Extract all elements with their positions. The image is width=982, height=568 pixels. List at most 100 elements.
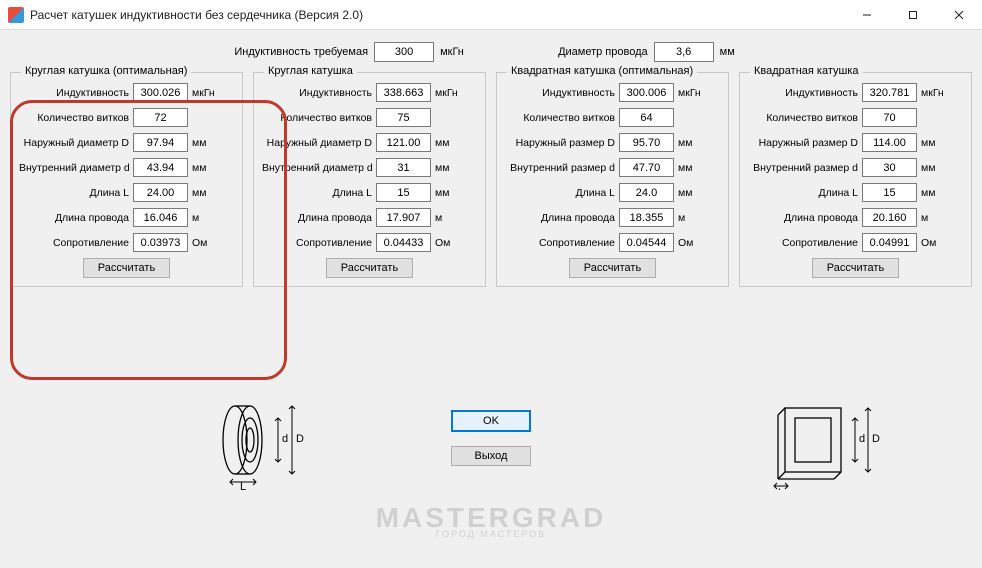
calculate-button[interactable]: Рассчитать — [326, 258, 413, 278]
field-row: Наружный диаметр Dмм — [262, 133, 477, 152]
field-label: Наружный размер D — [505, 137, 615, 149]
field-unit: мкГн — [678, 87, 704, 99]
field-input[interactable] — [133, 233, 188, 252]
field-unit: м — [435, 212, 461, 224]
field-input[interactable] — [133, 183, 188, 202]
field-row: Длина проводам — [505, 208, 720, 227]
diagram-label-D: D — [872, 433, 880, 445]
required-inductance-input[interactable] — [374, 42, 434, 62]
field-unit: м — [921, 212, 947, 224]
coil-panel-3: Квадратная катушкаИндуктивностьмкГнКолич… — [739, 72, 972, 287]
field-row: ИндуктивностьмкГн — [748, 83, 963, 102]
field-input[interactable] — [376, 83, 431, 102]
field-row: Длина проводам — [262, 208, 477, 227]
panel-title: Квадратная катушка (оптимальная) — [507, 65, 697, 77]
field-row: Внутренний размер d мм — [748, 158, 963, 177]
field-label: Внутренний диаметр d — [19, 162, 129, 174]
field-unit: Ом — [921, 237, 947, 249]
field-input[interactable] — [862, 208, 917, 227]
field-input[interactable] — [862, 233, 917, 252]
field-unit: мм — [192, 162, 218, 174]
ok-button[interactable]: OK — [451, 410, 531, 432]
diagram-label-D: D — [296, 433, 304, 445]
field-row: Количество витков — [19, 108, 234, 127]
minimize-button[interactable] — [844, 0, 890, 30]
field-label: Внутренний диаметр d — [262, 162, 372, 174]
field-input[interactable] — [619, 133, 674, 152]
exit-button[interactable]: Выход — [451, 446, 531, 466]
field-input[interactable] — [862, 158, 917, 177]
field-input[interactable] — [376, 183, 431, 202]
calculate-button[interactable]: Рассчитать — [569, 258, 656, 278]
field-input[interactable] — [376, 208, 431, 227]
field-unit: м — [192, 212, 218, 224]
field-label: Длина провода — [505, 212, 615, 224]
field-input[interactable] — [619, 158, 674, 177]
field-input[interactable] — [376, 158, 431, 177]
field-label: Количество витков — [19, 112, 129, 124]
top-inputs-row: Индуктивность требуемая мкГн Диаметр про… — [10, 38, 972, 62]
field-row: Длина Lмм — [505, 183, 720, 202]
field-label: Индуктивность — [19, 87, 129, 99]
field-label: Длина провода — [19, 212, 129, 224]
field-input[interactable] — [133, 83, 188, 102]
app-icon — [8, 7, 24, 23]
field-input[interactable] — [862, 183, 917, 202]
field-unit: мм — [678, 187, 704, 199]
field-unit: мм — [921, 187, 947, 199]
maximize-button[interactable] — [890, 0, 936, 30]
field-unit: Ом — [678, 237, 704, 249]
field-row: Наружный размер Dмм — [505, 133, 720, 152]
field-row: Сопротивление Ом — [505, 233, 720, 252]
coil-panel-0: Круглая катушка (оптимальная)Индуктивнос… — [10, 72, 243, 287]
field-input[interactable] — [619, 83, 674, 102]
field-label: Индуктивность — [262, 87, 372, 99]
field-input[interactable] — [619, 233, 674, 252]
field-row: Количество витков — [262, 108, 477, 127]
field-label: Внутренний размер d — [505, 162, 615, 174]
field-input[interactable] — [376, 233, 431, 252]
field-input[interactable] — [133, 133, 188, 152]
field-label: Сопротивление — [505, 237, 615, 249]
field-unit: мм — [435, 137, 461, 149]
field-label: Сопротивление — [262, 237, 372, 249]
field-unit: мкГн — [435, 87, 461, 99]
field-row: Длина Lмм — [748, 183, 963, 202]
field-unit: мкГн — [921, 87, 947, 99]
field-input[interactable] — [376, 108, 431, 127]
field-label: Количество витков — [505, 112, 615, 124]
field-row: Внутренний диаметр d мм — [19, 158, 234, 177]
field-input[interactable] — [619, 208, 674, 227]
field-row: Наружный размер Dмм — [748, 133, 963, 152]
field-input[interactable] — [862, 108, 917, 127]
field-unit: мм — [192, 187, 218, 199]
field-input[interactable] — [133, 108, 188, 127]
field-row: Внутренний диаметр dмм — [262, 158, 477, 177]
diagram-label-L: L — [240, 481, 246, 490]
field-label: Длина провода — [748, 212, 858, 224]
field-input[interactable] — [862, 133, 917, 152]
field-input[interactable] — [619, 183, 674, 202]
field-row: Сопротивление Ом — [748, 233, 963, 252]
panel-title: Круглая катушка — [264, 65, 357, 77]
field-input[interactable] — [619, 108, 674, 127]
field-input[interactable] — [133, 208, 188, 227]
calculate-button[interactable]: Рассчитать — [812, 258, 899, 278]
wire-diameter-input[interactable] — [654, 42, 714, 62]
field-unit: мм — [678, 162, 704, 174]
window-title: Расчет катушек индуктивности без сердечн… — [30, 8, 844, 22]
field-row: Наружный диаметр D мм — [19, 133, 234, 152]
field-unit: мм — [921, 162, 947, 174]
field-label: Наружный диаметр D — [19, 137, 129, 149]
square-coil-diagram: d D L — [760, 390, 890, 490]
field-input[interactable] — [133, 158, 188, 177]
field-input[interactable] — [862, 83, 917, 102]
calculate-button[interactable]: Рассчитать — [83, 258, 170, 278]
diagram-label-d: d — [859, 433, 865, 445]
field-label: Сопротивление — [748, 237, 858, 249]
close-button[interactable] — [936, 0, 982, 30]
field-input[interactable] — [376, 133, 431, 152]
field-label: Внутренний размер d — [748, 162, 858, 174]
field-row: Количество витков — [748, 108, 963, 127]
field-unit: мм — [192, 137, 218, 149]
